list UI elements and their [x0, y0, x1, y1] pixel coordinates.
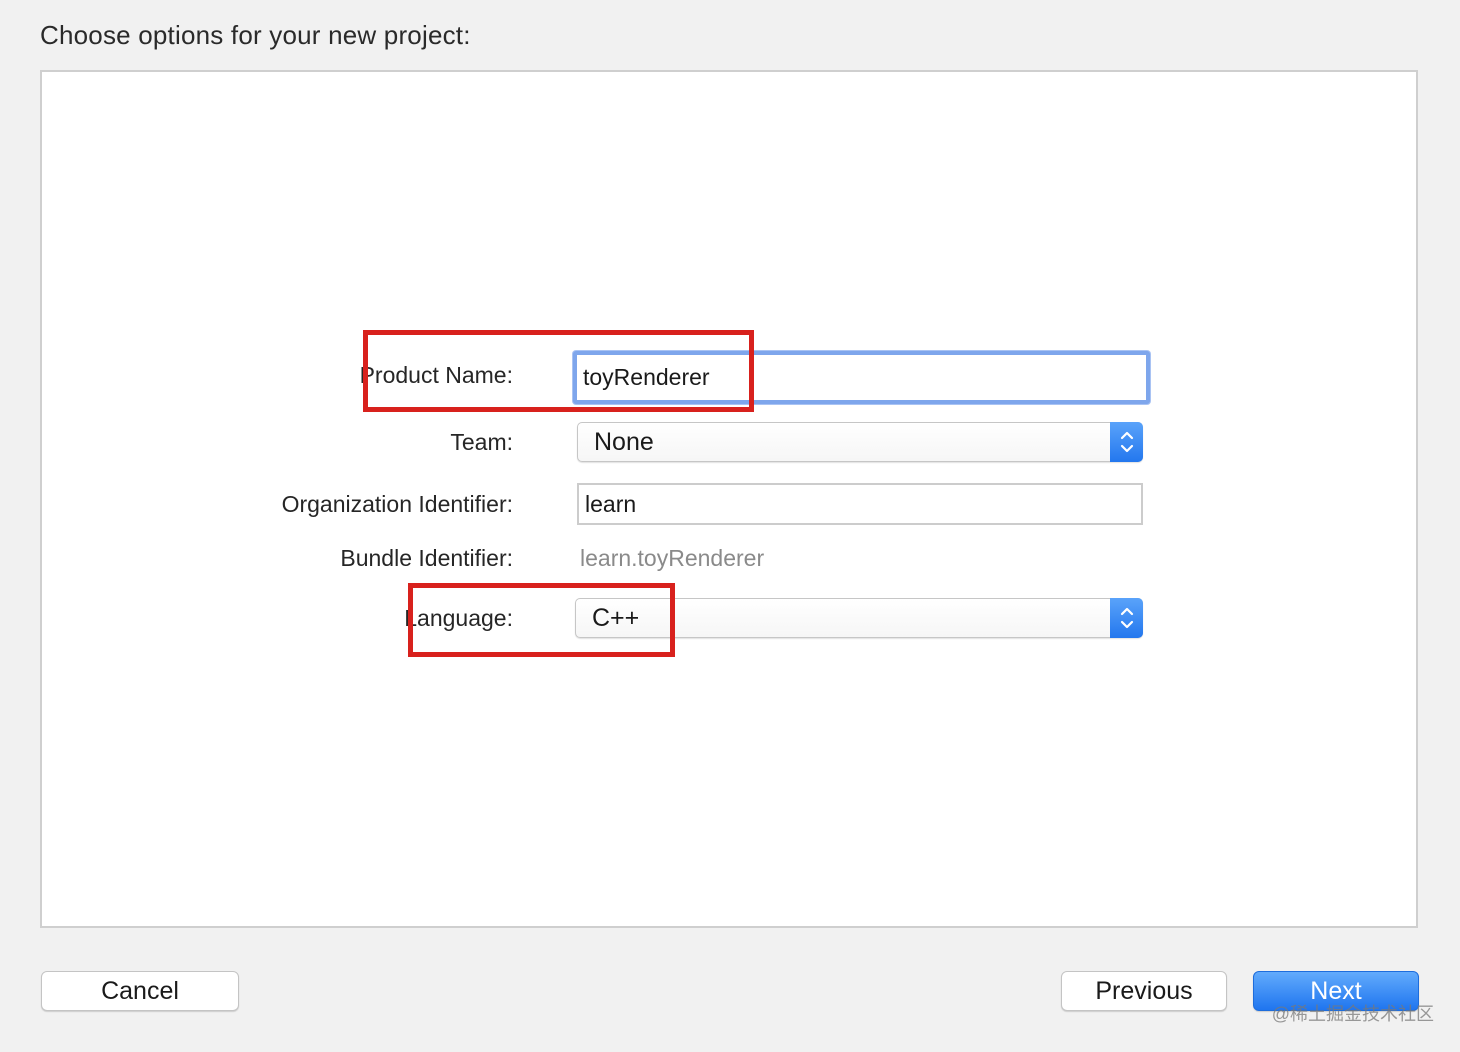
dialog-heading: Choose options for your new project: — [40, 20, 471, 50]
language-highlight-box — [408, 583, 675, 657]
organization-identifier-label: Organization Identifier: — [281, 491, 513, 517]
bundle-identifier-label: Bundle Identifier: — [340, 545, 513, 571]
team-popup[interactable]: None — [577, 422, 1143, 462]
product-name-highlight-box — [363, 330, 754, 412]
language-stepper[interactable] — [1110, 598, 1143, 638]
bundle-identifier-value: learn.toyRenderer — [580, 545, 765, 571]
previous-button[interactable]: Previous — [1061, 971, 1227, 1011]
organization-identifier-field[interactable]: learn — [577, 483, 1143, 525]
cancel-button[interactable]: Cancel — [41, 971, 239, 1011]
team-stepper[interactable] — [1110, 422, 1143, 462]
chevron-up-down-icon — [1120, 607, 1133, 629]
team-value: None — [594, 427, 654, 456]
watermark: @稀土掘金技术社区 — [1271, 1004, 1434, 1024]
options-panel: Product Name: toyRenderer Team: None Org… — [40, 70, 1418, 928]
team-label: Team: — [450, 429, 513, 455]
organization-identifier-value: learn — [585, 490, 637, 517]
chevron-up-down-icon — [1120, 431, 1133, 453]
